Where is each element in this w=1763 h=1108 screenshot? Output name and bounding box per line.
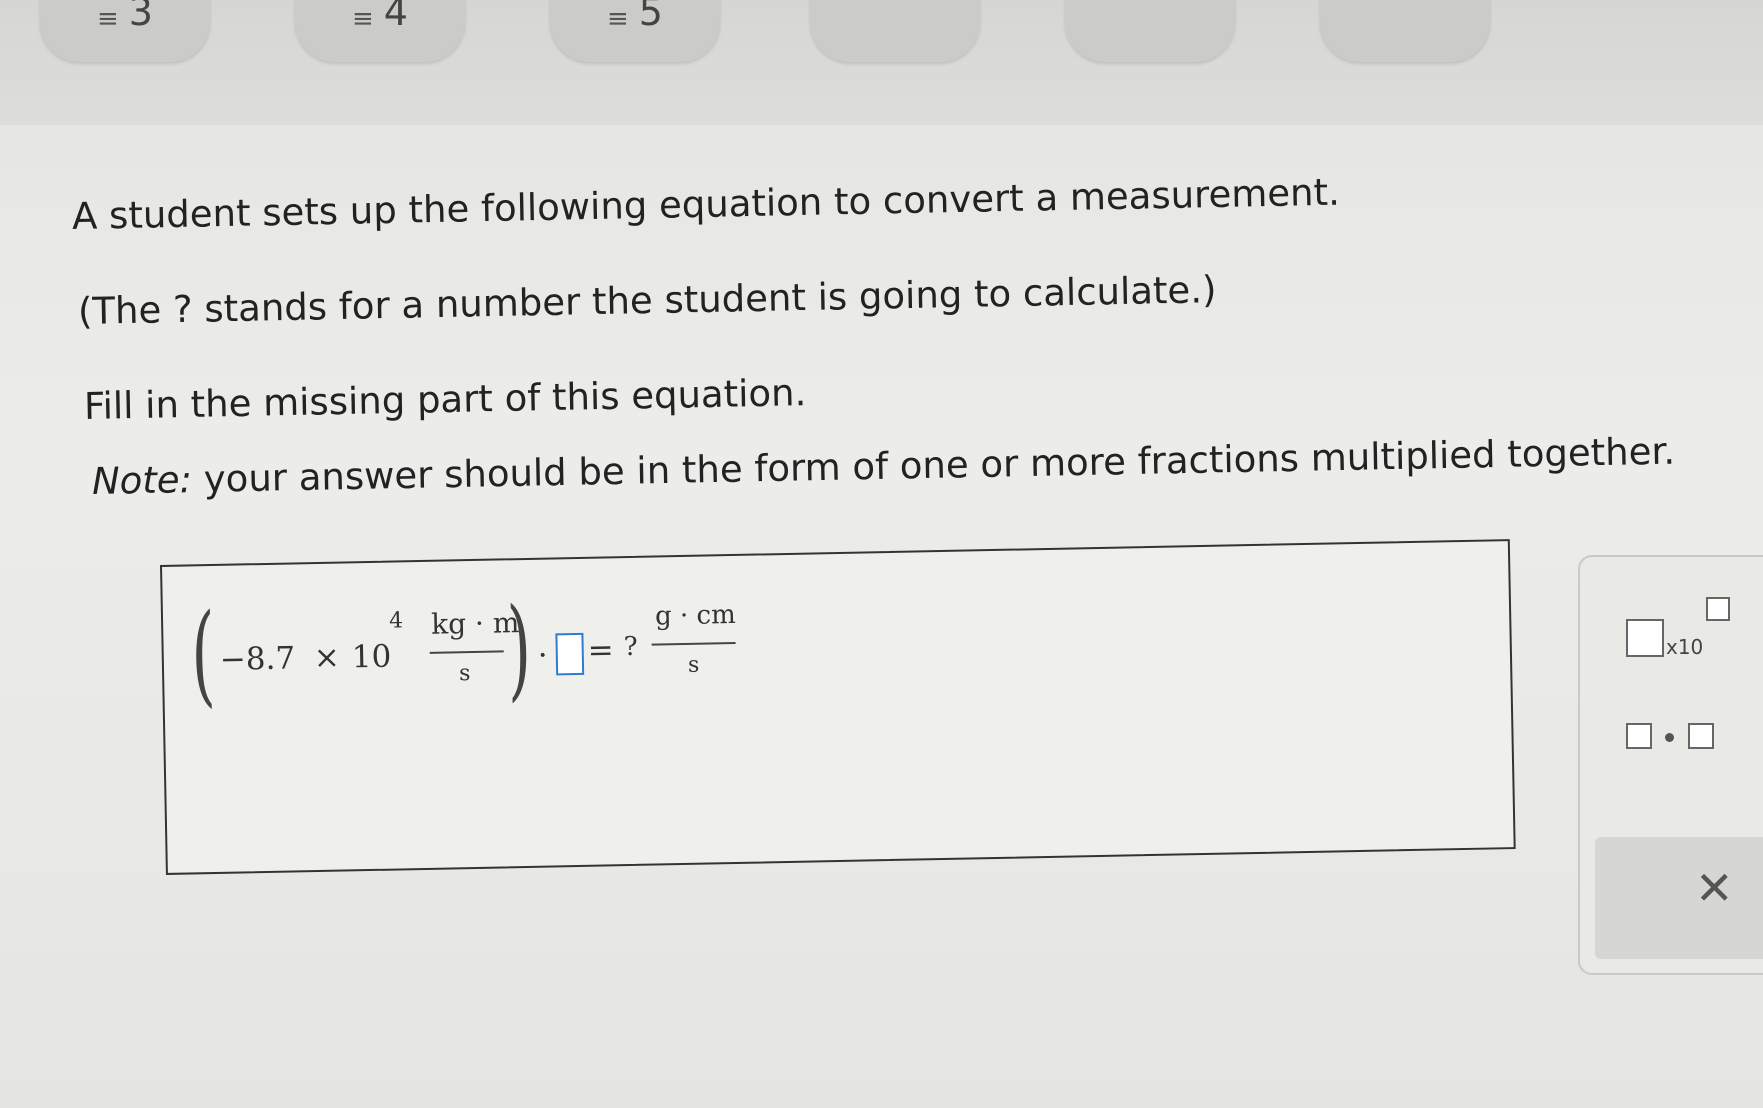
mantissa-box-icon bbox=[1626, 619, 1664, 657]
tab-label: 4 bbox=[383, 0, 408, 34]
tab-label: 5 bbox=[638, 0, 663, 34]
scientific-notation-button[interactable]: x10 bbox=[1610, 587, 1730, 667]
unknown-quantity: ? bbox=[623, 631, 638, 663]
conversion-equation: ( −8.7 × 10 4 kg · m s ) · = ? g · cm s bbox=[185, 584, 736, 725]
multiplication-dot-button[interactable] bbox=[1610, 707, 1720, 767]
right-fraction-bar bbox=[651, 641, 736, 646]
math-palette: x10 ✕ bbox=[1578, 555, 1763, 975]
power-exponent: 4 bbox=[388, 608, 404, 634]
equals-sign: = bbox=[587, 632, 615, 669]
question-tab-more[interactable] bbox=[1065, 0, 1235, 62]
missing-factor-input[interactable] bbox=[555, 632, 585, 676]
question-tab-3[interactable]: ≡ 3 bbox=[40, 0, 210, 62]
question-tab-5[interactable]: ≡ 5 bbox=[550, 0, 720, 62]
list-icon: ≡ bbox=[352, 4, 374, 34]
right-parenthesis: ) bbox=[506, 583, 533, 713]
answer-box[interactable]: ( −8.7 × 10 4 kg · m s ) · = ? g · cm s bbox=[160, 539, 1516, 875]
power-base: 10 bbox=[351, 638, 392, 676]
right-denominator: s bbox=[687, 652, 700, 678]
question-line-2: (The ? stands for a number the student i… bbox=[77, 268, 1217, 333]
exponent-box-icon bbox=[1706, 597, 1730, 621]
question-note: Note: your answer should be in the form … bbox=[92, 430, 1676, 503]
left-factor-box-icon bbox=[1626, 723, 1652, 749]
question-tab-more[interactable] bbox=[1320, 0, 1490, 62]
times-sign: × bbox=[313, 639, 341, 677]
page: ≡ 3 ≡ 4 ≡ 5 A student sets up the follow… bbox=[0, 0, 1763, 1108]
question-tab-more[interactable] bbox=[810, 0, 980, 62]
list-icon: ≡ bbox=[607, 4, 629, 34]
question-line-3: Fill in the missing part of this equatio… bbox=[83, 371, 807, 428]
left-parenthesis: ( bbox=[190, 589, 217, 719]
tab-label: 3 bbox=[128, 0, 153, 34]
question-tab-bar: ≡ 3 ≡ 4 ≡ 5 bbox=[0, 0, 1763, 125]
note-label: Note: bbox=[91, 458, 193, 503]
dot-icon bbox=[1665, 733, 1674, 742]
coefficient: −8.7 bbox=[219, 640, 296, 678]
list-icon: ≡ bbox=[97, 4, 119, 34]
question-tab-4[interactable]: ≡ 4 bbox=[295, 0, 465, 62]
x10-label: x10 bbox=[1666, 635, 1704, 659]
note-text: your answer should be in the form of one… bbox=[191, 429, 1676, 502]
close-icon: ✕ bbox=[1695, 861, 1734, 915]
question-text: A student sets up the following equation… bbox=[0, 140, 1763, 540]
clear-button[interactable]: ✕ bbox=[1595, 837, 1763, 959]
left-fraction-bar bbox=[429, 650, 504, 654]
right-numerator: g · cm bbox=[654, 599, 737, 632]
multiply-dot: · bbox=[537, 637, 549, 674]
question-line-1: A student sets up the following equation… bbox=[71, 170, 1341, 238]
left-denominator: s bbox=[458, 661, 471, 687]
right-factor-box-icon bbox=[1688, 723, 1714, 749]
